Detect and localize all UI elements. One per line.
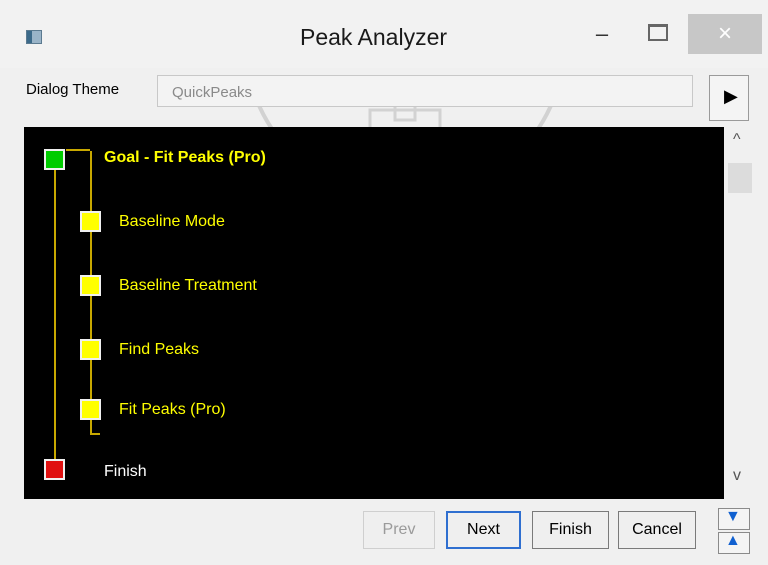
- maximize-button[interactable]: [636, 14, 676, 54]
- close-button[interactable]: ×: [688, 14, 762, 54]
- step-label[interactable]: Find Peaks: [119, 341, 199, 359]
- goal-node[interactable]: [44, 149, 65, 170]
- triangle-up-icon: ▲: [725, 532, 741, 549]
- tree-line-finish: [90, 433, 100, 435]
- goal-tree-panel: Goal - Fit Peaks (Pro) Baseline Mode Bas…: [24, 127, 724, 499]
- finish-label[interactable]: Finish: [104, 463, 147, 481]
- step-label[interactable]: Baseline Mode: [119, 213, 225, 231]
- maximize-icon: [648, 24, 668, 41]
- nav-down-button[interactable]: ▼: [718, 508, 750, 530]
- step-node[interactable]: [80, 211, 101, 232]
- step-node[interactable]: [80, 399, 101, 420]
- step-node[interactable]: [80, 339, 101, 360]
- step-node[interactable]: [80, 275, 101, 296]
- nav-up-button[interactable]: ▲: [718, 532, 750, 554]
- goal-label[interactable]: Goal - Fit Peaks (Pro): [104, 149, 266, 167]
- tree-scrollbar[interactable]: ^ v: [726, 127, 754, 499]
- app-icon: [26, 30, 42, 44]
- theme-menu-button[interactable]: ▶: [709, 75, 749, 121]
- tree-line-branch: [66, 149, 90, 151]
- cancel-button[interactable]: Cancel: [618, 511, 696, 549]
- prev-button[interactable]: Prev: [363, 511, 435, 549]
- next-button[interactable]: Next: [446, 511, 521, 549]
- tree-line-main: [54, 163, 56, 463]
- step-label[interactable]: Baseline Treatment: [119, 277, 257, 295]
- triangle-down-icon: ▼: [725, 508, 741, 525]
- dialog-theme-field[interactable]: QuickPeaks: [157, 75, 693, 107]
- minimize-button[interactable]: –: [582, 14, 622, 54]
- peak-analyzer-window: Peak Analyzer – × Dialog Theme QuickPeak…: [0, 0, 768, 565]
- finish-node[interactable]: [44, 459, 65, 480]
- arrow-right-icon: ▶: [724, 86, 738, 106]
- finish-button[interactable]: Finish: [532, 511, 609, 549]
- step-label[interactable]: Fit Peaks (Pro): [119, 401, 226, 419]
- scroll-up-icon[interactable]: ^: [733, 131, 741, 149]
- dialog-theme-label: Dialog Theme: [26, 81, 120, 98]
- dialog-theme-value: QuickPeaks: [172, 84, 253, 101]
- scroll-down-icon[interactable]: v: [733, 467, 741, 485]
- scroll-thumb[interactable]: [728, 163, 752, 193]
